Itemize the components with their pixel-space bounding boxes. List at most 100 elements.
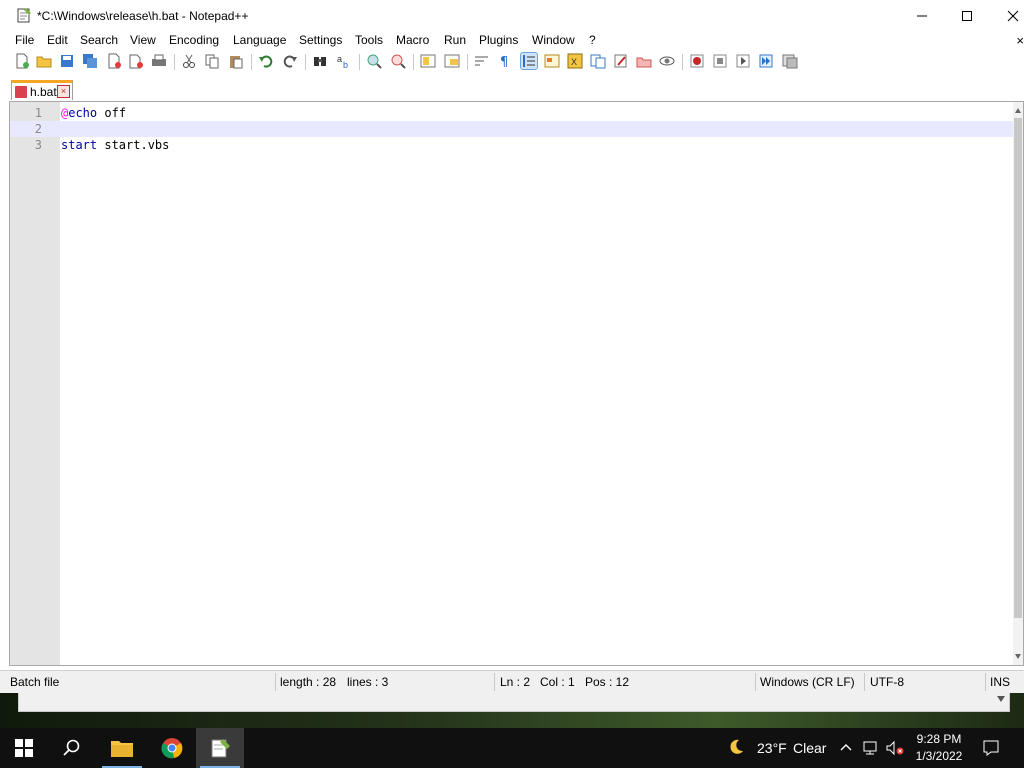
toolbar-separator (305, 54, 306, 70)
background-window (18, 690, 1010, 712)
menu-help[interactable]: ? (589, 33, 596, 47)
sync-vertical-icon[interactable] (420, 53, 436, 69)
code-text: @echo off (61, 106, 126, 120)
minimize-icon (917, 15, 927, 17)
line-number: 2 (34, 122, 42, 136)
find-icon[interactable] (312, 53, 328, 69)
moon-weather-icon[interactable] (727, 738, 745, 756)
scroll-down-icon[interactable] (1015, 654, 1021, 659)
svg-text:b: b (343, 60, 348, 69)
menu-settings[interactable]: Settings (299, 33, 342, 47)
word-wrap-icon[interactable] (474, 53, 490, 69)
indent-guide-icon[interactable] (520, 52, 538, 70)
tab-h-bat[interactable]: h.bat × (11, 80, 73, 100)
close-document-button[interactable]: × (1016, 33, 1024, 48)
menu-plugins[interactable]: Plugins (479, 33, 518, 47)
taskbar: 23°F Clear 9:28 PM 1/3/2022 (0, 728, 1024, 768)
menu-window[interactable]: Window (532, 33, 575, 47)
network-icon[interactable] (862, 740, 880, 756)
code-line[interactable]: 1 @echo off (10, 105, 1023, 121)
maximize-icon (962, 11, 972, 21)
editor-area[interactable]: 1 @echo off 2 3 start start.vbs (9, 101, 1024, 666)
zoom-out-icon[interactable] (390, 53, 406, 69)
run-macro-multiple-icon[interactable] (758, 53, 774, 69)
status-position: Pos : 12 (585, 675, 630, 689)
clock-time: 9:28 PM (916, 732, 962, 746)
menu-macro[interactable]: Macro (396, 33, 429, 47)
show-all-characters-icon[interactable]: ¶ (497, 53, 513, 69)
scroll-up-icon[interactable] (1015, 108, 1021, 113)
toolbar-separator (251, 54, 252, 70)
clock[interactable]: 9:28 PM 1/3/2022 (900, 731, 978, 765)
svg-text:¶: ¶ (500, 55, 508, 69)
doc-map-icon[interactable]: X (567, 53, 583, 69)
record-macro-icon[interactable] (689, 53, 705, 69)
menu-language[interactable]: Language (233, 33, 286, 47)
status-encoding[interactable]: UTF-8 (870, 675, 904, 689)
chrome-icon (161, 738, 183, 759)
svg-text:X: X (571, 57, 577, 67)
close-file-icon[interactable] (106, 53, 122, 69)
windows-logo-icon (15, 739, 33, 757)
monitoring-icon[interactable] (659, 53, 675, 69)
redo-icon[interactable] (282, 53, 298, 69)
toolbar-separator (174, 54, 175, 70)
notification-icon[interactable] (982, 739, 1000, 757)
status-separator (985, 673, 986, 691)
print-icon[interactable] (151, 53, 167, 69)
menu-bar: File Edit Search View Encoding Language … (0, 32, 1024, 50)
line-number-gutter (10, 102, 60, 665)
menu-tools[interactable]: Tools (355, 33, 383, 47)
minimize-button[interactable] (899, 0, 945, 32)
function-list-icon[interactable] (590, 53, 606, 69)
title-bar[interactable]: *C:\Windows\release\h.bat - Notepad++ (0, 0, 1024, 32)
folder-as-workspace-icon[interactable] (613, 53, 629, 69)
undo-icon[interactable] (258, 53, 274, 69)
stop-macro-icon[interactable] (712, 53, 728, 69)
toolbar-separator (682, 54, 683, 70)
status-insert-mode[interactable]: INS (990, 675, 1010, 689)
code-line-current[interactable]: 2 (10, 121, 1023, 137)
replace-icon[interactable]: ab (336, 53, 352, 69)
status-eol[interactable]: Windows (CR LF) (760, 675, 855, 689)
new-file-icon[interactable] (14, 53, 30, 69)
weather-description[interactable]: Clear (793, 740, 826, 756)
code-token-keyword: echo (68, 106, 98, 120)
maximize-button[interactable] (944, 0, 990, 32)
paste-icon[interactable] (228, 53, 244, 69)
save-icon[interactable] (59, 53, 75, 69)
start-button[interactable] (0, 728, 48, 768)
open-file-icon[interactable] (36, 53, 52, 69)
line-number: 1 (34, 106, 42, 120)
weather-temperature[interactable]: 23°F (757, 740, 787, 756)
menu-search[interactable]: Search (80, 33, 118, 47)
code-line[interactable]: 3 start start.vbs (10, 137, 1023, 153)
status-separator (494, 673, 495, 691)
menu-file[interactable]: File (15, 33, 34, 47)
menu-view[interactable]: View (130, 33, 156, 47)
play-macro-icon[interactable] (735, 53, 751, 69)
sync-horizontal-icon[interactable] (444, 53, 460, 69)
taskbar-notepadpp[interactable] (196, 728, 244, 768)
close-icon (1007, 10, 1019, 22)
tab-close-icon[interactable]: × (57, 85, 70, 98)
taskbar-file-explorer[interactable] (98, 728, 146, 768)
project-panel-icon[interactable] (636, 53, 652, 69)
menu-edit[interactable]: Edit (47, 33, 68, 47)
menu-encoding[interactable]: Encoding (169, 33, 219, 47)
copy-icon[interactable] (204, 53, 220, 69)
cut-icon[interactable] (181, 53, 197, 69)
vertical-scrollbar[interactable] (1013, 102, 1023, 665)
chevron-up-icon[interactable] (840, 742, 852, 754)
search-button[interactable] (48, 728, 96, 768)
zoom-in-icon[interactable] (366, 53, 382, 69)
taskbar-chrome[interactable] (148, 728, 196, 768)
close-all-icon[interactable] (128, 53, 144, 69)
save-macro-icon[interactable] (782, 53, 798, 69)
menu-run[interactable]: Run (444, 33, 466, 47)
save-all-icon[interactable] (82, 53, 98, 69)
toolbar-separator (413, 54, 414, 70)
scroll-thumb[interactable] (1014, 118, 1022, 618)
close-button[interactable] (990, 0, 1024, 32)
user-language-icon[interactable] (544, 53, 560, 69)
